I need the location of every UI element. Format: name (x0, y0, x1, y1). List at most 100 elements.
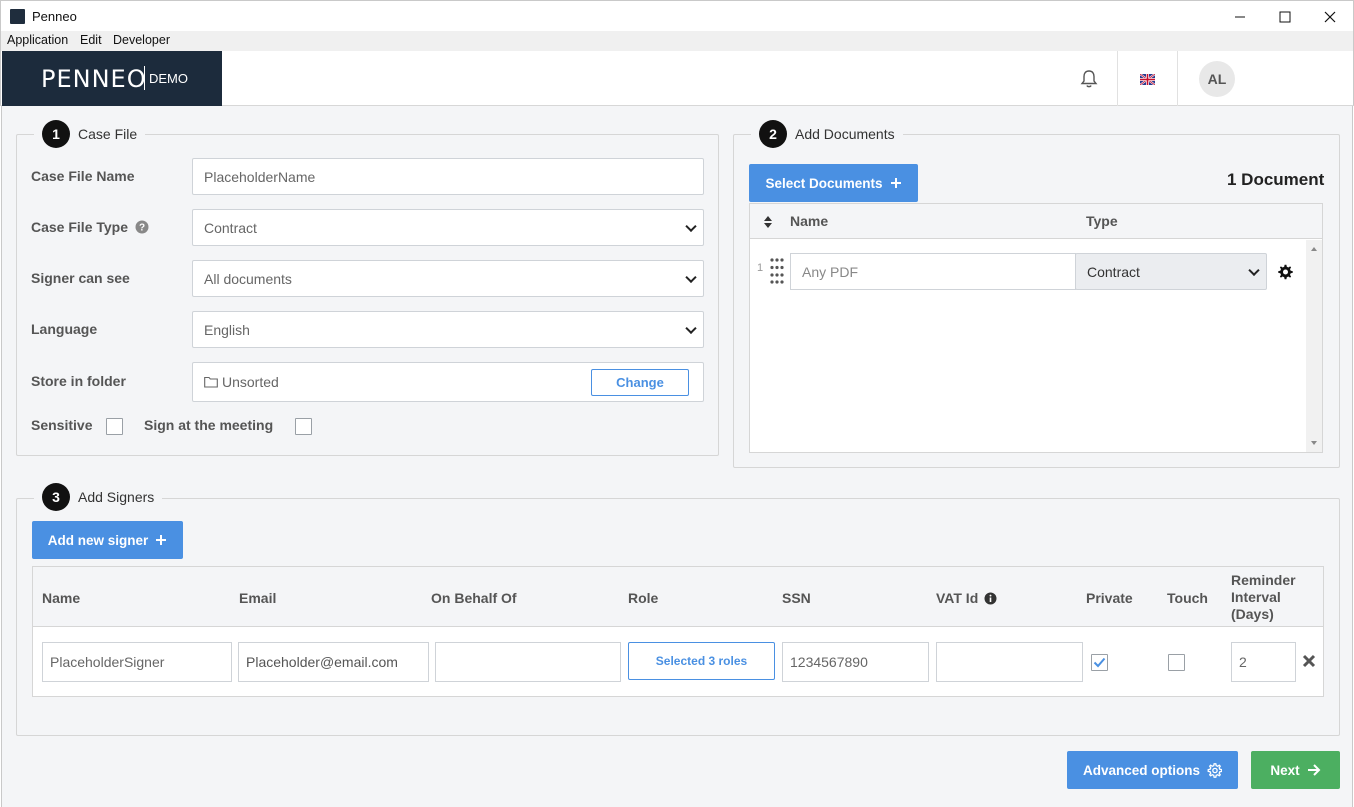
documents-table-header: Name Type (750, 204, 1322, 239)
case-file-name-value: PlaceholderName (204, 168, 316, 185)
signer-name-value: PlaceholderSigner (50, 654, 165, 670)
add-documents-title: Add Documents (795, 126, 895, 142)
add-documents-legend: 2 Add Documents (751, 120, 903, 148)
sign-at-meeting-checkbox[interactable] (295, 418, 312, 435)
signers-col-behalf: On Behalf Of (431, 590, 517, 606)
add-signers-title: Add Signers (78, 489, 155, 505)
store-folder-label: Store in folder (31, 373, 126, 389)
header-divider (1177, 51, 1178, 106)
scroll-up-icon[interactable] (1310, 246, 1318, 252)
sign-at-meeting-label: Sign at the meeting (144, 417, 274, 433)
language-select[interactable]: English (192, 311, 704, 348)
notifications-button[interactable] (1079, 69, 1099, 92)
select-documents-label: Select Documents (765, 175, 883, 191)
step-badge: 3 (42, 483, 70, 511)
signer-name-input[interactable]: PlaceholderSigner (42, 642, 232, 682)
case-file-title: Case File (78, 126, 138, 142)
store-folder-value: Unsorted (222, 374, 279, 390)
window-titlebar: Penneo (0, 0, 1354, 31)
language-value: English (204, 321, 250, 338)
header-divider (1117, 51, 1118, 106)
case-file-type-select[interactable]: Contract (192, 209, 704, 246)
advanced-options-button[interactable]: Advanced options (1067, 751, 1238, 789)
add-signer-button[interactable]: Add new signer (32, 521, 183, 559)
signer-ssn-input[interactable]: 1234567890 (782, 642, 929, 682)
maximize-icon (1279, 11, 1291, 22)
document-name-placeholder: Any PDF (802, 263, 859, 280)
sensitive-checkbox[interactable] (106, 418, 123, 435)
change-folder-button[interactable]: Change (591, 369, 689, 396)
next-button[interactable]: Next (1251, 751, 1340, 789)
documents-scrollbar[interactable] (1306, 240, 1322, 452)
signer-email-value: Placeholder@email.com (246, 654, 398, 670)
gear-icon[interactable] (1277, 264, 1293, 280)
signers-col-role: Role (628, 590, 659, 606)
remove-signer-icon[interactable] (1302, 654, 1316, 668)
next-label: Next (1270, 762, 1300, 778)
add-signer-label: Add new signer (47, 532, 149, 548)
maximize-button[interactable] (1262, 1, 1308, 32)
drag-handle-icon[interactable] (770, 258, 784, 284)
signer-reminder-value: 2 (1239, 654, 1247, 670)
documents-col-type: Type (1086, 213, 1118, 229)
documents-col-name: Name (790, 213, 829, 229)
signer-touch-checkbox[interactable] (1168, 654, 1185, 671)
signer-behalf-input[interactable] (435, 642, 621, 682)
chevron-down-icon (685, 322, 697, 334)
signer-can-see-label: Signer can see (31, 270, 130, 286)
minimize-button[interactable] (1217, 1, 1263, 32)
signer-vat-input[interactable] (936, 642, 1083, 682)
logo-text: PENNEO (41, 65, 147, 93)
plus-icon (156, 535, 167, 545)
signer-roles-button[interactable]: Selected 3 roles (628, 642, 775, 680)
document-name-input[interactable]: Any PDF (790, 253, 1076, 290)
close-button[interactable] (1307, 1, 1353, 32)
signers-col-name: Name (42, 590, 81, 606)
documents-table: Name Type 1 Any PDF Contract (749, 203, 1323, 453)
signers-col-reminder: Reminder Interval (Days) (1231, 572, 1296, 623)
signers-col-ssn: SSN (782, 590, 811, 606)
chevron-down-icon (685, 220, 697, 232)
signer-reminder-input[interactable]: 2 (1231, 642, 1296, 682)
help-icon[interactable]: ? (135, 220, 149, 234)
chevron-down-icon (1248, 264, 1260, 276)
signer-private-checkbox[interactable] (1091, 654, 1108, 671)
signers-col-vat: VAT Id (936, 590, 997, 606)
menu-application[interactable]: Application (7, 33, 68, 47)
folder-icon (204, 376, 218, 388)
store-folder-field: Unsorted Change (192, 362, 704, 402)
add-signers-legend: 3 Add Signers (34, 483, 163, 511)
document-type-select[interactable]: Contract (1075, 253, 1267, 290)
menu-edit[interactable]: Edit (80, 33, 102, 47)
app-icon (10, 9, 25, 24)
signers-col-private: Private (1086, 590, 1133, 606)
signer-row: PlaceholderSigner Placeholder@email.com … (33, 628, 1323, 697)
signer-ssn-value: 1234567890 (790, 654, 868, 670)
uk-flag-icon (1139, 73, 1156, 86)
language-button[interactable] (1139, 72, 1156, 88)
case-file-name-input[interactable]: PlaceholderName (192, 158, 704, 195)
info-icon[interactable] (984, 592, 997, 605)
signer-can-see-select[interactable]: All documents (192, 260, 704, 297)
signer-email-input[interactable]: Placeholder@email.com (238, 642, 429, 682)
language-label: Language (31, 321, 98, 337)
advanced-options-label: Advanced options (1082, 762, 1200, 778)
case-file-type-label: Case File Type ? (31, 219, 149, 235)
chevron-down-icon (685, 271, 697, 283)
signers-table-header: Name Email On Behalf Of Role SSN VAT Id … (33, 567, 1323, 627)
document-type-value: Contract (1087, 263, 1140, 280)
sensitive-label: Sensitive (31, 417, 93, 433)
case-file-legend: 1 Case File (34, 120, 146, 148)
reminder-header-line: Interval (1231, 589, 1281, 605)
signer-can-see-value: All documents (204, 270, 292, 287)
close-icon (1324, 11, 1336, 22)
step-badge: 1 (42, 120, 70, 148)
avatar[interactable]: AL (1199, 61, 1235, 97)
menu-developer[interactable]: Developer (113, 33, 170, 47)
logo[interactable]: PENNEO DEMO (2, 51, 222, 106)
scroll-down-icon[interactable] (1310, 440, 1318, 446)
document-count: 1 Document (1227, 170, 1325, 189)
case-file-type-value: Contract (204, 219, 257, 236)
select-documents-button[interactable]: Select Documents (749, 164, 918, 202)
sort-icon[interactable] (763, 215, 773, 229)
